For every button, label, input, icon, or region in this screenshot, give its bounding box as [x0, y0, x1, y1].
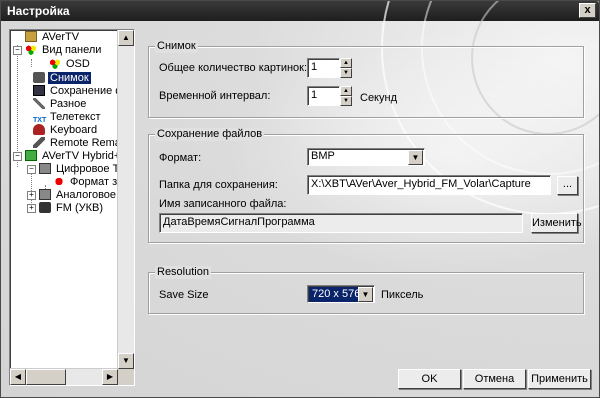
browse-button[interactable]: ... [557, 176, 578, 195]
ok-button[interactable]: OK [398, 369, 461, 389]
spin-down-button[interactable]: ▼ [340, 68, 352, 78]
tools-icon [33, 98, 45, 109]
radio-icon [39, 202, 51, 213]
tree-item-teletext[interactable]: TXT Телетекст [33, 111, 103, 124]
remote-icon [33, 137, 45, 148]
arrow-down-icon: ▼ [343, 70, 349, 76]
record-icon [53, 176, 65, 187]
scroll-left-button[interactable]: ◀ [10, 369, 26, 385]
tree-item-analog-tv[interactable]: Аналоговое ТВ [39, 189, 119, 202]
picture-count-input[interactable]: 1 [307, 58, 340, 78]
dropdown-arrow-icon[interactable]: ▼ [408, 150, 423, 165]
keyboard-icon [33, 124, 45, 135]
save-size-label: Save Size [159, 289, 209, 301]
arrow-up-icon: ▲ [343, 88, 349, 94]
dropdown-arrow-icon[interactable]: ▼ [358, 287, 373, 302]
spin-up-button[interactable]: ▲ [340, 86, 352, 96]
size-unit-label: Пиксель [381, 289, 424, 301]
tree-horizontal-scrollbar[interactable]: ◀ ▶ [10, 368, 118, 385]
resolution-legend: Resolution [155, 266, 211, 279]
interval-unit-label: Секунд [360, 92, 397, 104]
snapshot-legend: Снимок [155, 40, 198, 53]
tree-item-avertv[interactable]: AVerTV [25, 31, 81, 44]
tree-item-keyboard[interactable]: Keyboard [33, 124, 99, 137]
camera-icon [33, 72, 45, 83]
file-saving-group: Сохранение файлов Формат: BMP ▼ Папка дл… [148, 128, 584, 243]
arrow-right-icon: ▶ [106, 372, 114, 381]
palette-icon [49, 58, 61, 69]
format-label: Формат: [159, 152, 202, 164]
tree-item-digital-tv[interactable]: Цифровое ТВ [39, 163, 119, 176]
format-value: BMP [311, 150, 335, 162]
tree-vertical-scrollbar[interactable]: ▲ ▼ [117, 30, 134, 369]
atv-icon [39, 189, 51, 200]
cancel-button[interactable]: Отмена [463, 369, 526, 389]
floppy-icon [33, 85, 45, 96]
scroll-thumb[interactable] [26, 369, 66, 385]
settings-tree[interactable]: AVerTV − Вид панели OSD Снимок Сохранени… [9, 29, 135, 386]
collapse-toggle[interactable]: − [13, 152, 22, 161]
dtv-icon [39, 163, 51, 174]
scroll-corner [118, 369, 134, 385]
file-saving-legend: Сохранение файлов [155, 128, 265, 141]
tree-item-view-panel[interactable]: Вид панели [25, 44, 103, 57]
interval-input[interactable]: 1 [307, 86, 340, 106]
tree-item-remote-remapping[interactable]: Remote Remapping [33, 137, 119, 150]
window-title: Настройка [7, 4, 70, 18]
save-size-dropdown[interactable]: 720 x 576 ▼ [307, 285, 375, 303]
arrow-up-icon: ▲ [343, 60, 349, 66]
format-dropdown[interactable]: BMP ▼ [307, 148, 425, 166]
tree-item-record-format[interactable]: Формат запи [53, 176, 119, 189]
picture-count-spinner[interactable]: ▲ ▼ [340, 58, 352, 78]
collapse-toggle[interactable]: − [27, 165, 36, 174]
filename-label: Имя записанного файла: [159, 198, 287, 210]
arrow-down-icon: ▼ [122, 356, 130, 365]
scroll-right-button[interactable]: ▶ [102, 369, 118, 385]
save-size-value: 720 x 576 [309, 287, 364, 302]
scroll-up-button[interactable]: ▲ [118, 30, 134, 46]
tree-item-osd[interactable]: OSD [49, 58, 92, 71]
folder-path-input[interactable]: X:\XBT\AVer\Aver_Hybrid_FM_Volar\Capture [307, 175, 551, 195]
interval-label: Временной интервал: [159, 90, 271, 102]
tree-item-snapshot[interactable]: Снимок [33, 72, 91, 85]
picture-count-label: Общее количество картинок: [159, 62, 308, 74]
tree-item-save-files[interactable]: Сохранение файлов [33, 85, 119, 98]
scroll-down-button[interactable]: ▼ [118, 353, 134, 369]
snapshot-group: Снимок Общее количество картинок: 1 ▲ ▼ … [148, 40, 584, 118]
arrow-up-icon: ▲ [122, 33, 130, 42]
device-icon [25, 150, 37, 161]
folder-label: Папка для сохранения: [159, 179, 278, 191]
tree-item-device[interactable]: AVerTV Hybrid+FM Vo [25, 150, 119, 163]
tree-item-misc[interactable]: Разное [33, 98, 88, 111]
expand-toggle[interactable]: + [27, 204, 36, 213]
palette-icon [25, 44, 37, 55]
apply-button[interactable]: Применить [528, 369, 591, 389]
change-filename-button[interactable]: Изменить [531, 213, 582, 233]
spin-down-button[interactable]: ▼ [340, 96, 352, 106]
folder-icon [25, 31, 37, 42]
interval-spinner[interactable]: ▲ ▼ [340, 86, 352, 106]
tree-item-fm-radio[interactable]: FM (УКВ) [39, 202, 105, 215]
arrow-down-icon: ▼ [343, 98, 349, 104]
spin-up-button[interactable]: ▲ [340, 58, 352, 68]
arrow-left-icon: ◀ [14, 372, 22, 381]
settings-window: Настройка x AVerTV − Вид панели OSD Сним… [0, 0, 600, 398]
filename-input[interactable]: ДатаВремяСигналПрограмма [159, 213, 523, 233]
collapse-toggle[interactable]: − [13, 46, 22, 55]
resolution-group: Resolution Save Size 720 x 576 ▼ Пиксель [148, 266, 584, 314]
expand-toggle[interactable]: + [27, 191, 36, 200]
